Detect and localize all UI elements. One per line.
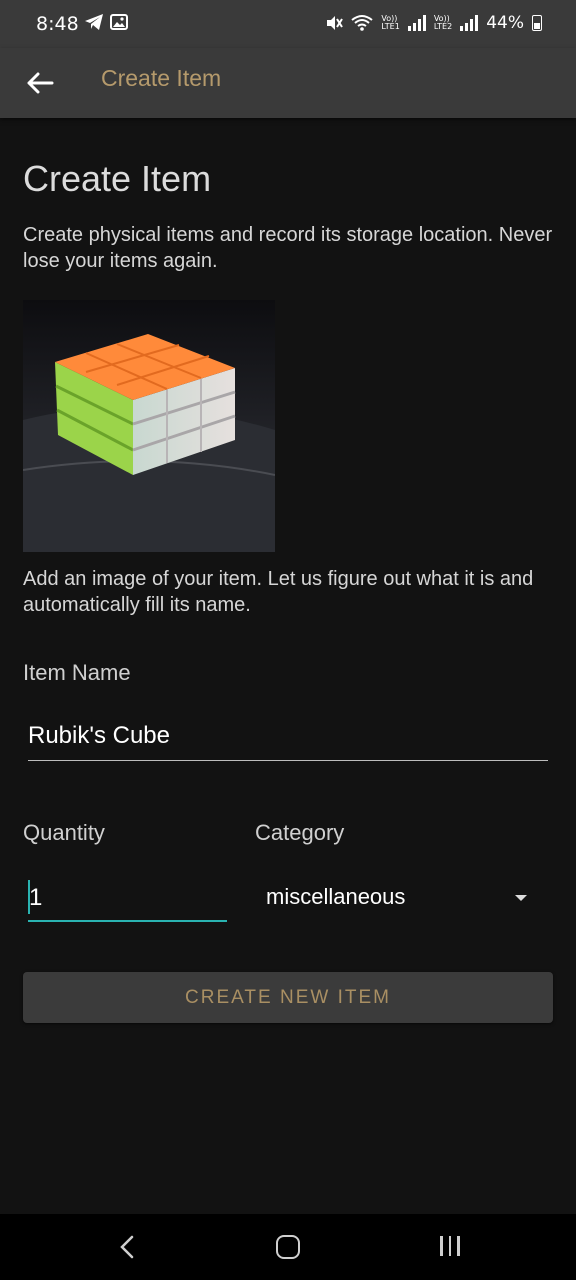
mute-icon bbox=[327, 16, 344, 30]
dropdown-arrow-icon bbox=[515, 895, 527, 901]
item-name-label: Item Name bbox=[23, 660, 131, 685]
nav-recents-icon[interactable] bbox=[440, 1236, 460, 1256]
sim2-label: Vo)) LTE2 bbox=[433, 14, 453, 31]
rubiks-cube-photo bbox=[23, 300, 275, 552]
image-hint: Add an image of your item. Let us figure… bbox=[23, 568, 534, 616]
battery-percent: 44% bbox=[486, 13, 524, 33]
page-description: Create physical items and record its sto… bbox=[23, 224, 553, 272]
telegram-icon bbox=[85, 14, 103, 30]
item-image[interactable] bbox=[23, 300, 275, 552]
page-title: Create Item bbox=[23, 158, 212, 199]
nav-home-icon[interactable] bbox=[276, 1235, 300, 1259]
app-bar: Create Item bbox=[0, 48, 576, 118]
system-nav-bar bbox=[0, 1214, 576, 1280]
signal-icon bbox=[460, 15, 479, 31]
app-bar-title: Create Item bbox=[101, 65, 222, 91]
item-name-value: Rubik's Cube bbox=[28, 722, 170, 749]
category-select[interactable]: miscellaneous bbox=[255, 876, 553, 920]
sim1-label: Vo)) LTE1 bbox=[381, 14, 400, 31]
system-status: Vo)) LTE1 Vo)) LTE2 44% bbox=[325, 13, 542, 33]
text-cursor bbox=[28, 880, 30, 914]
create-item-button-label: CREATE NEW ITEM bbox=[185, 986, 391, 1008]
create-item-button[interactable]: CREATE NEW ITEM bbox=[23, 972, 553, 1023]
gallery-icon bbox=[110, 14, 128, 30]
quantity-value: 1 bbox=[29, 884, 43, 911]
item-name-input[interactable]: Rubik's Cube bbox=[28, 716, 548, 761]
category-value: miscellaneous bbox=[266, 884, 406, 909]
arrow-left-icon bbox=[27, 72, 54, 94]
category-label: Category bbox=[255, 820, 345, 845]
nav-back-icon[interactable] bbox=[118, 1234, 138, 1260]
quantity-input[interactable]: 1 bbox=[28, 876, 227, 922]
status-bar: 8:48 Vo)) LTE1 Vo)) LTE2 44% bbox=[0, 0, 576, 48]
back-button[interactable] bbox=[22, 65, 58, 101]
quantity-label: Quantity bbox=[23, 820, 105, 845]
battery-icon bbox=[532, 15, 542, 31]
notification-icons bbox=[84, 13, 128, 31]
status-time: 8:48 bbox=[36, 13, 79, 35]
signal-icon bbox=[407, 15, 426, 31]
wifi-icon bbox=[351, 15, 374, 31]
